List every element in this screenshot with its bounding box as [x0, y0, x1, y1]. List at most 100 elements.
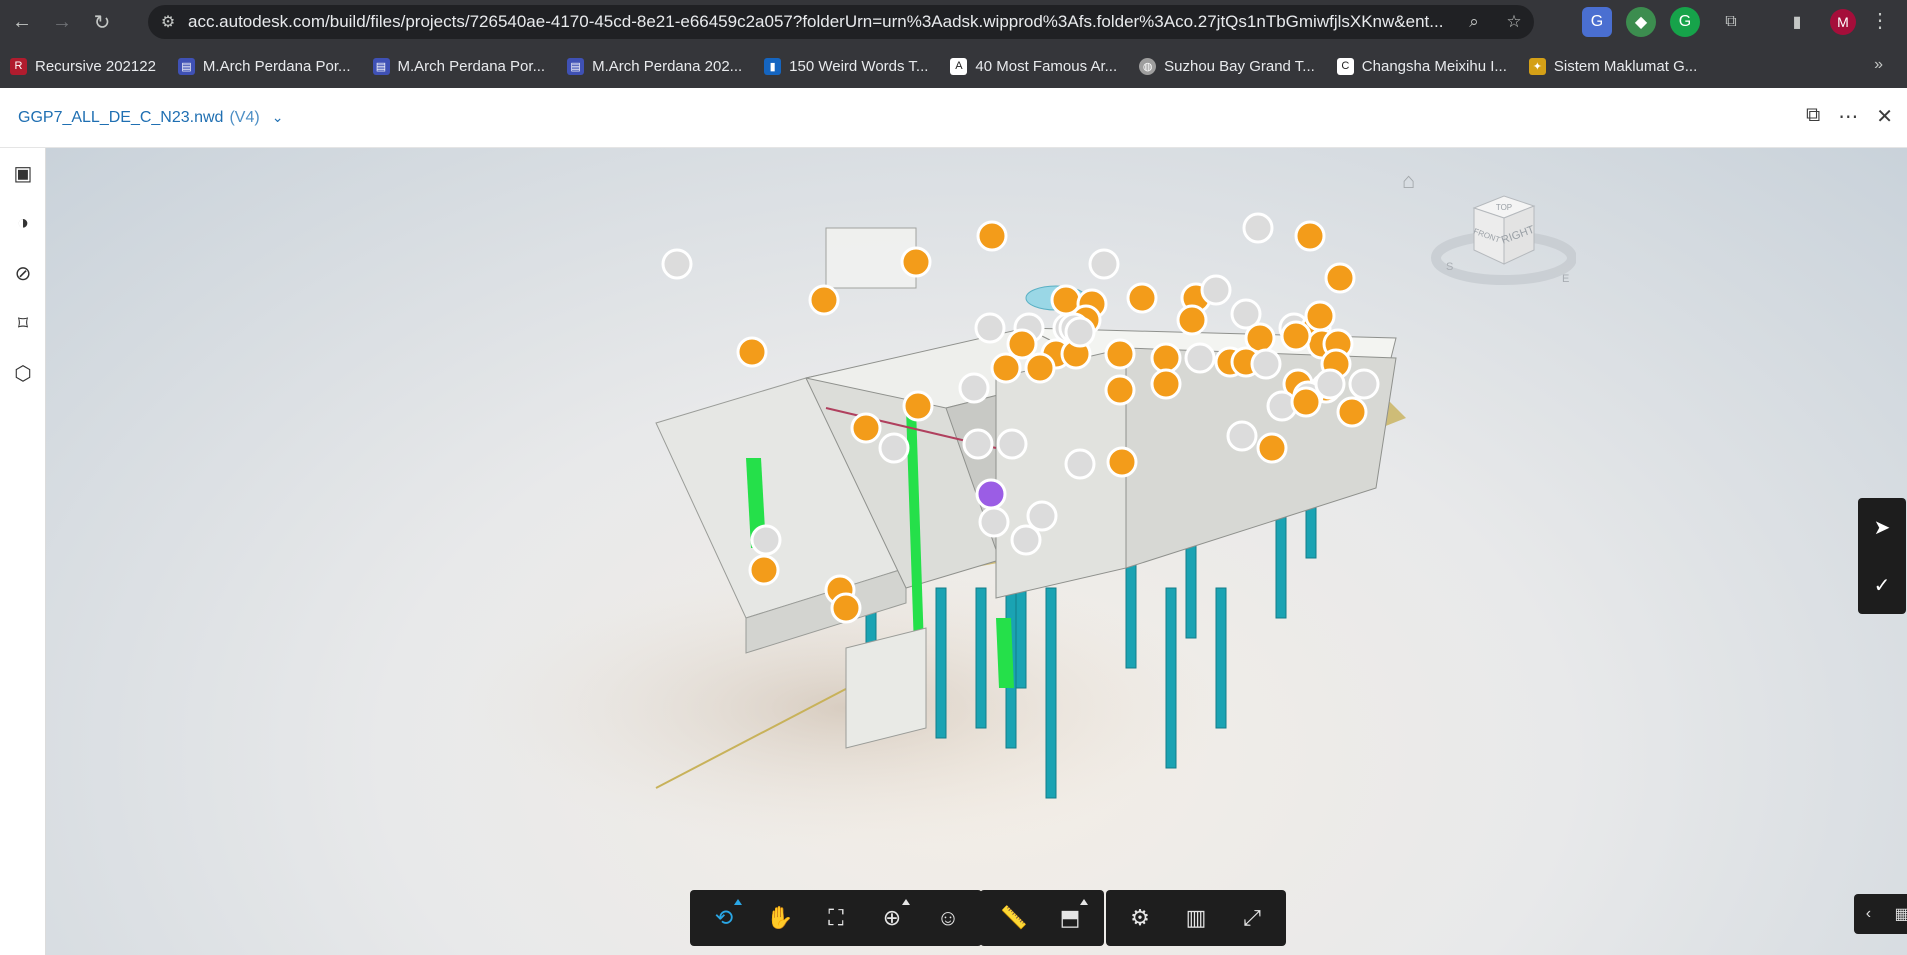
- settings-icon[interactable]: ⚙: [1112, 890, 1168, 946]
- chevron-left-icon[interactable]: ‹: [1866, 905, 1871, 923]
- section-icon[interactable]: ⬒: [1042, 890, 1098, 946]
- checkmark-icon[interactable]: ✓: [1858, 556, 1906, 614]
- bookmark-favicon-icon: ▮: [764, 57, 782, 75]
- issue-pin-open[interactable]: [1126, 282, 1158, 314]
- more-bookmarks-icon[interactable]: »: [1874, 56, 1883, 74]
- file-name[interactable]: GGP7_ALL_DE_C_N23.nwd: [18, 109, 223, 127]
- bookmark-item[interactable]: ▤ M.Arch Perdana 202...: [567, 57, 742, 75]
- bookmark-favicon-icon: A: [950, 57, 968, 75]
- orbit-icon[interactable]: ⟲: [696, 890, 752, 946]
- issue-pin-closed[interactable]: [1064, 448, 1096, 480]
- issue-pin-open[interactable]: [1290, 386, 1322, 418]
- issue-pin-open[interactable]: [1104, 338, 1136, 370]
- site-info-icon[interactable]: ⚙: [148, 12, 188, 32]
- bookmark-item[interactable]: ▤ M.Arch Perdana Por...: [177, 57, 351, 75]
- issue-pin-closed[interactable]: [958, 372, 990, 404]
- bookmark-item[interactable]: A 40 Most Famous Ar...: [950, 57, 1117, 75]
- issue-pin-closed[interactable]: [661, 248, 693, 280]
- fit-to-view-icon[interactable]: ⛶: [808, 890, 864, 946]
- profile-avatar[interactable]: M: [1830, 9, 1856, 35]
- issue-pin-closed[interactable]: [978, 506, 1010, 538]
- issue-pin-closed[interactable]: [1242, 212, 1274, 244]
- issue-pin-closed[interactable]: [1200, 274, 1232, 306]
- forward-icon[interactable]: →: [44, 4, 80, 40]
- issue-pin-closed[interactable]: [996, 428, 1028, 460]
- side-panel-icon[interactable]: ▮: [1782, 7, 1812, 37]
- chrome-menu-icon[interactable]: ⋮: [1870, 8, 1890, 33]
- issue-pin-closed[interactable]: [1226, 420, 1258, 452]
- issue-pin-open[interactable]: [1024, 352, 1056, 384]
- issue-pin-closed[interactable]: [1088, 248, 1120, 280]
- bookmark-item[interactable]: ▮ 150 Weird Words T...: [764, 57, 928, 75]
- bookmark-item[interactable]: ✦ Sistem Maklumat G...: [1528, 57, 1697, 75]
- issue-pin-open[interactable]: [900, 246, 932, 278]
- model-browser-icon[interactable]: ▥: [1168, 890, 1224, 946]
- bookmark-favicon-icon: R: [10, 57, 27, 75]
- issues-icon[interactable]: ⊘: [0, 248, 46, 298]
- issue-pin-open[interactable]: [976, 220, 1008, 252]
- issue-pin-open[interactable]: [1324, 262, 1356, 294]
- issue-pin-closed[interactable]: [1010, 524, 1042, 556]
- issue-pin-open[interactable]: [1150, 368, 1182, 400]
- issue-pin-closed[interactable]: [1250, 348, 1282, 380]
- issue-pin-closed[interactable]: [974, 312, 1006, 344]
- reload-icon[interactable]: ↻: [84, 4, 120, 40]
- bookmark-favicon-icon: ▤: [567, 57, 585, 75]
- issue-pin-open[interactable]: [830, 592, 862, 624]
- grammarly-icon[interactable]: G: [1670, 7, 1700, 37]
- issue-pin-open[interactable]: [1280, 320, 1312, 352]
- issue-pin-open[interactable]: [902, 390, 934, 422]
- issue-pin-open[interactable]: [850, 412, 882, 444]
- pan-icon[interactable]: ✋: [752, 890, 808, 946]
- issue-pin-open[interactable]: [1106, 446, 1138, 478]
- issue-pin-closed[interactable]: [878, 432, 910, 464]
- issue-pin-open[interactable]: [1150, 342, 1182, 374]
- pointer-icon[interactable]: ➤: [1858, 498, 1906, 556]
- issue-pin-closed[interactable]: [962, 428, 994, 460]
- issue-pin-open[interactable]: [1294, 220, 1326, 252]
- issue-pin-closed[interactable]: [1314, 368, 1346, 400]
- issue-pin-open[interactable]: [1176, 304, 1208, 336]
- sheets-icon[interactable]: ▣: [0, 148, 46, 198]
- zoom-icon[interactable]: ⌕: [1454, 12, 1494, 32]
- issue-pin-open[interactable]: [990, 352, 1022, 384]
- grid-icon[interactable]: ▦: [1894, 904, 1907, 924]
- issue-pin-closed[interactable]: [1184, 342, 1216, 374]
- address-bar[interactable]: ⚙ acc.autodesk.com/build/files/projects/…: [148, 5, 1534, 39]
- issue-pin-selected[interactable]: [975, 478, 1007, 510]
- bookmark-item[interactable]: R Recursive 202122: [10, 57, 156, 75]
- bookmark-icon[interactable]: ⌑: [0, 298, 46, 348]
- bookmark-star-icon[interactable]: ☆: [1494, 12, 1534, 32]
- issue-pin-closed[interactable]: [1064, 316, 1096, 348]
- zoom-window-icon[interactable]: ⊕: [864, 890, 920, 946]
- bookmark-item[interactable]: ▤ M.Arch Perdana Por...: [372, 57, 545, 75]
- issue-pin-open[interactable]: [1256, 432, 1288, 464]
- more-options-icon[interactable]: ⋯: [1838, 104, 1858, 129]
- back-icon[interactable]: ←: [4, 4, 40, 40]
- close-icon[interactable]: ✕: [1876, 104, 1893, 129]
- issue-pin-closed[interactable]: [1348, 368, 1380, 400]
- file-version[interactable]: (V4): [229, 109, 259, 127]
- extension-icon[interactable]: ◆: [1626, 7, 1656, 37]
- measure-icon[interactable]: 📏: [986, 890, 1042, 946]
- translate-extension-icon[interactable]: G: [1582, 7, 1612, 37]
- issue-pin-open[interactable]: [1104, 374, 1136, 406]
- bookmark-item[interactable]: C Changsha Meixihu I...: [1336, 57, 1507, 75]
- chevron-down-icon[interactable]: ⌄: [272, 109, 284, 126]
- url-text[interactable]: acc.autodesk.com/build/files/projects/72…: [188, 12, 1454, 32]
- issue-pin-open[interactable]: [1304, 300, 1336, 332]
- first-person-icon[interactable]: ☺: [920, 890, 976, 946]
- browser-toolbar: ← → ↻ ⚙ acc.autodesk.com/build/files/pro…: [0, 0, 1907, 44]
- model-search-icon[interactable]: ⬡: [0, 348, 46, 398]
- model-viewer[interactable]: ⌂ TOP FRONT RIGHT S E ➤ ✓ ⟲ ✋ ⛶ ⊕ ☺ 📏 ⬒ …: [46, 148, 1907, 955]
- markups-icon[interactable]: ◑: [0, 198, 46, 248]
- bookmark-item[interactable]: ◍ Suzhou Bay Grand T...: [1139, 57, 1315, 75]
- extensions-puzzle-icon[interactable]: ⧉: [1716, 7, 1746, 37]
- issue-pin-open[interactable]: [808, 284, 840, 316]
- issue-pin-open[interactable]: [1336, 396, 1368, 428]
- compare-icon[interactable]: ⧉: [1806, 104, 1820, 129]
- issue-pin-closed[interactable]: [750, 524, 782, 556]
- fullscreen-icon[interactable]: ⤢: [1224, 890, 1280, 946]
- issue-pin-open[interactable]: [748, 554, 780, 586]
- issue-pin-open[interactable]: [736, 336, 768, 368]
